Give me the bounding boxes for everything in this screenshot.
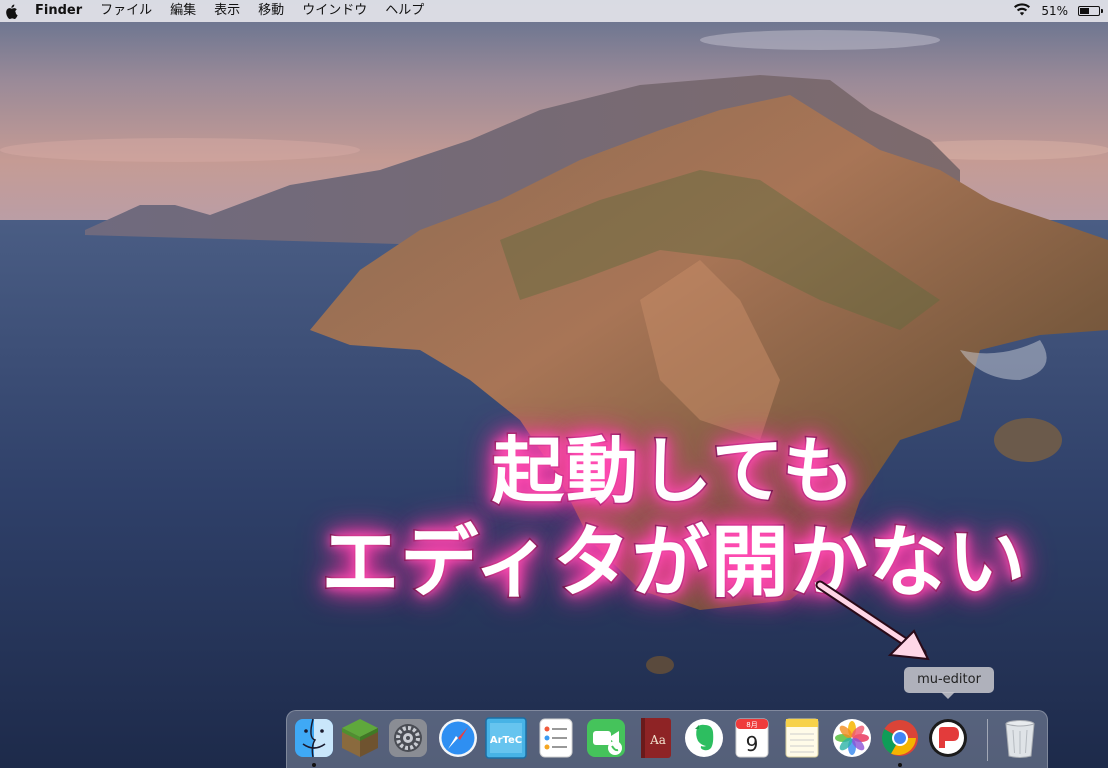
menu-app-finder[interactable]: Finder — [26, 0, 91, 22]
apple-logo-icon[interactable] — [4, 3, 18, 19]
notes-icon[interactable] — [781, 716, 823, 760]
photos-icon[interactable] — [831, 716, 873, 760]
menu-go[interactable]: 移動 — [249, 0, 293, 22]
menu-extras: 51% — [1013, 0, 1103, 22]
menu-window[interactable]: ウインドウ — [293, 0, 376, 22]
menu-edit[interactable]: 編集 — [161, 0, 205, 22]
overlay-caption-line2: エディタが開かない — [320, 517, 1028, 610]
chrome-icon[interactable] — [879, 716, 921, 760]
menu-help[interactable]: ヘルプ — [376, 0, 433, 22]
dictionary-label: Aa — [649, 733, 666, 747]
menu-file[interactable]: ファイル — [91, 0, 161, 22]
mu-editor-icon[interactable] — [927, 716, 969, 760]
dock-separator — [987, 719, 988, 761]
calendar-month: 8月 — [746, 721, 757, 729]
wifi-icon[interactable] — [1013, 3, 1031, 19]
calendar-day: 9 — [746, 732, 759, 756]
calendar-icon[interactable]: 8月 9 — [731, 716, 773, 760]
pointer-arrow-icon — [815, 580, 930, 661]
dictionary-icon[interactable]: Aa — [635, 716, 677, 760]
menu-bar: Finder ファイル 編集 表示 移動 ウインドウ ヘルプ 51% — [0, 0, 1108, 22]
artec-icon[interactable]: ArTeC — [485, 716, 527, 760]
reminders-icon[interactable] — [535, 716, 577, 760]
facetime-icon[interactable] — [585, 716, 627, 760]
artec-label: ArTeC — [490, 735, 522, 746]
battery-icon[interactable] — [1078, 6, 1103, 16]
minecraft-icon[interactable] — [339, 716, 381, 760]
menu-view[interactable]: 表示 — [205, 0, 249, 22]
battery-percent[interactable]: 51% — [1041, 4, 1068, 18]
chrome-running-indicator — [898, 763, 902, 767]
safari-icon[interactable] — [437, 716, 479, 760]
dock-tooltip-tail — [941, 692, 955, 699]
dock-tooltip: mu-editor — [904, 667, 994, 693]
finder-running-indicator — [312, 763, 316, 767]
trash-icon[interactable] — [999, 716, 1041, 760]
dock: ArTeC Aa 8月 9 — [286, 710, 1048, 768]
evernote-icon[interactable] — [683, 716, 725, 760]
system-preferences-icon[interactable] — [387, 716, 429, 760]
battery-level-fill — [1080, 8, 1089, 14]
finder-icon[interactable] — [293, 716, 335, 760]
